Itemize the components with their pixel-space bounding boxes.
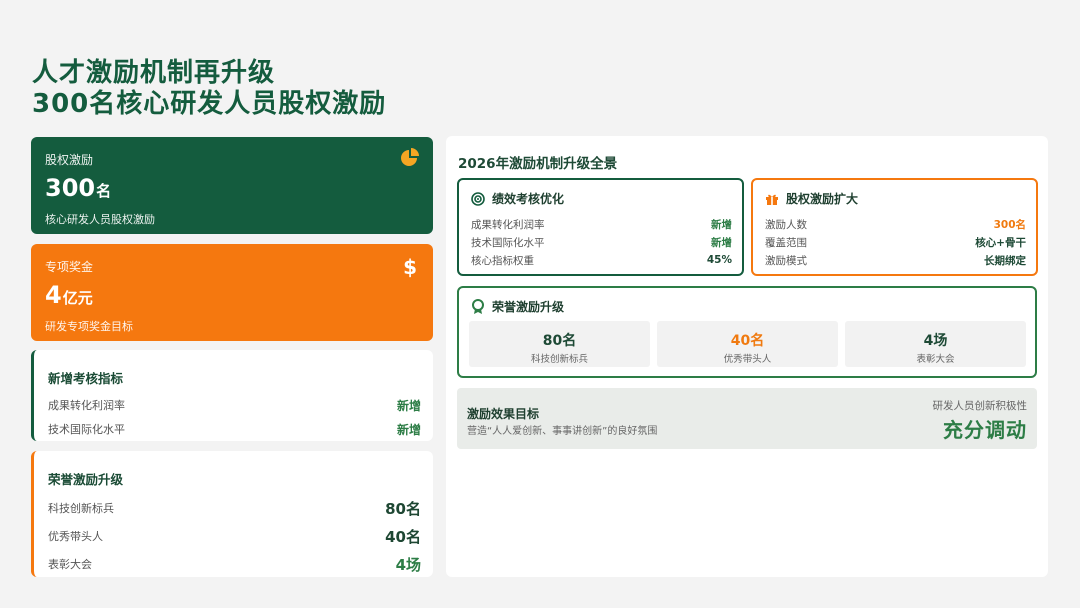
perf-box-title: 绩效考核优化 — [492, 192, 565, 206]
perf-row: 核心指标权重 45% — [471, 251, 732, 269]
perf-row: 成果转化利润率 新增 — [471, 215, 732, 233]
perf-row-label: 成果转化利润率 — [471, 218, 545, 231]
bonus-stat-card: 专项奖金 4亿元 研发专项奖金目标 $ — [31, 244, 433, 341]
overview-panel: 2026年激励机制升级全景 绩效考核优化 成果转化利润率 新增 技术国际化水平 新增… — [446, 136, 1048, 577]
honor-tile-label: 表彰大会 — [916, 354, 955, 365]
effect-highlight: 充分调动 — [943, 418, 1027, 442]
gift-icon — [766, 194, 778, 205]
kpi-row-value: 新增 — [396, 398, 421, 413]
honor-tile-label: 科技创新标兵 — [530, 354, 588, 365]
equity-box: 股权激励扩大 激励人数 300名 覆盖范围 核心+骨干 激励模式 长期绑定 — [751, 178, 1038, 276]
equity-card-number: 300 — [45, 174, 96, 202]
honor-tile-value: 80名 — [542, 333, 577, 349]
award-icon — [472, 298, 484, 314]
equity-card-value: 300名 — [45, 174, 419, 205]
perf-box: 绩效考核优化 成果转化利润率 新增 技术国际化水平 新增 核心指标权重 45% — [457, 178, 744, 276]
honor-tile: 80名 科技创新标兵 — [469, 321, 650, 367]
equity-row-label: 激励人数 — [765, 218, 807, 231]
honor-tile: 40名 优秀带头人 — [657, 321, 838, 367]
equity-card-unit: 名 — [96, 182, 112, 200]
bonus-card-unit: 亿元 — [62, 289, 93, 307]
honor-tile: 4场 表彰大会 — [845, 321, 1026, 367]
page-title: 人才激励机制再升级 300名核心研发人员股权激励 — [32, 58, 386, 120]
honor-row: 表彰大会 4场 — [48, 550, 421, 578]
honor-card: 荣誉激励升级 科技创新标兵 80名 优秀带头人 40名 表彰大会 4场 — [31, 451, 433, 577]
kpi-row-value: 新增 — [396, 422, 421, 437]
honor-box-title: 荣誉激励升级 — [492, 300, 565, 314]
kpi-row-label: 成果转化利润率 — [48, 399, 125, 412]
equity-row-label: 激励模式 — [765, 254, 807, 267]
equity-box-header: 股权激励扩大 — [765, 190, 1026, 207]
kpi-card-title: 新增考核指标 — [48, 371, 124, 386]
honor-row-value: 80名 — [385, 499, 421, 518]
kpi-row: 技术国际化水平 新增 — [48, 417, 421, 441]
honor-row-value: 40名 — [385, 527, 421, 546]
perf-row-label: 核心指标权重 — [471, 254, 534, 267]
equity-row-value: 核心+骨干 — [975, 236, 1026, 249]
honor-row-label: 表彰大会 — [48, 558, 92, 571]
kpi-row: 成果转化利润率 新增 — [48, 393, 421, 417]
bonus-card-value: 4亿元 — [45, 281, 419, 312]
effect-description: 营造“人人爱创新、事事讲创新”的良好氛围 — [467, 426, 658, 437]
honor-tile-value: 40名 — [730, 333, 765, 349]
perf-row-value: 45% — [706, 254, 732, 266]
honor-tile-value: 4场 — [923, 333, 948, 349]
equity-row-label: 覆盖范围 — [765, 236, 807, 249]
honor-row-value: 4场 — [395, 555, 421, 574]
honor-row: 科技创新标兵 80名 — [48, 494, 421, 522]
effect-banner: 激励效果目标 营造“人人爱创新、事事讲创新”的良好氛围 研发人员创新积极性 充分… — [457, 388, 1037, 449]
equity-box-title: 股权激励扩大 — [786, 192, 859, 206]
equity-row-value: 300名 — [993, 218, 1026, 231]
equity-card-subtitle: 核心研发人员股权激励 — [45, 213, 155, 226]
honor-row-label: 优秀带头人 — [48, 530, 103, 543]
effect-note: 研发人员创新积极性 — [932, 400, 1028, 412]
title-line-1: 人才激励机制再升级 — [32, 58, 276, 88]
honor-box-header: 荣誉激励升级 — [471, 298, 1025, 315]
equity-row: 激励模式 长期绑定 — [765, 251, 1026, 269]
perf-row-value: 新增 — [711, 236, 732, 249]
dollar-icon: $ — [403, 255, 417, 279]
equity-stat-card: 股权激励 300名 核心研发人员股权激励 — [31, 137, 433, 234]
equity-row-value: 长期绑定 — [984, 254, 1026, 267]
kpi-card: 新增考核指标 成果转化利润率 新增 技术国际化水平 新增 — [31, 350, 433, 441]
pie-chart-icon — [399, 147, 421, 173]
perf-row-value: 新增 — [711, 218, 732, 231]
target-icon — [471, 191, 485, 206]
perf-box-header: 绩效考核优化 — [471, 190, 732, 207]
bonus-card-subtitle: 研发专项奖金目标 — [45, 320, 133, 333]
bonus-card-number: 4 — [45, 281, 62, 309]
kpi-row-label: 技术国际化水平 — [48, 423, 125, 436]
honor-row: 优秀带头人 40名 — [48, 522, 421, 550]
bonus-card-label: 专项奖金 — [45, 260, 94, 274]
honor-card-title: 荣誉激励升级 — [48, 472, 124, 487]
honor-row-label: 科技创新标兵 — [48, 502, 114, 515]
panel-title: 2026年激励机制升级全景 — [458, 156, 618, 172]
equity-row: 激励人数 300名 — [765, 215, 1026, 233]
perf-row-label: 技术国际化水平 — [471, 236, 545, 249]
equity-card-label: 股权激励 — [45, 153, 94, 167]
honor-tile-label: 优秀带头人 — [723, 354, 772, 365]
honor-box: 荣誉激励升级 80名 科技创新标兵 40名 优秀带头人 4场 表彰大会 — [457, 286, 1037, 378]
title-line-2: 300名核心研发人员股权激励 — [32, 89, 387, 119]
equity-row: 覆盖范围 核心+骨干 — [765, 233, 1026, 251]
perf-row: 技术国际化水平 新增 — [471, 233, 732, 251]
effect-title: 激励效果目标 — [467, 407, 540, 421]
